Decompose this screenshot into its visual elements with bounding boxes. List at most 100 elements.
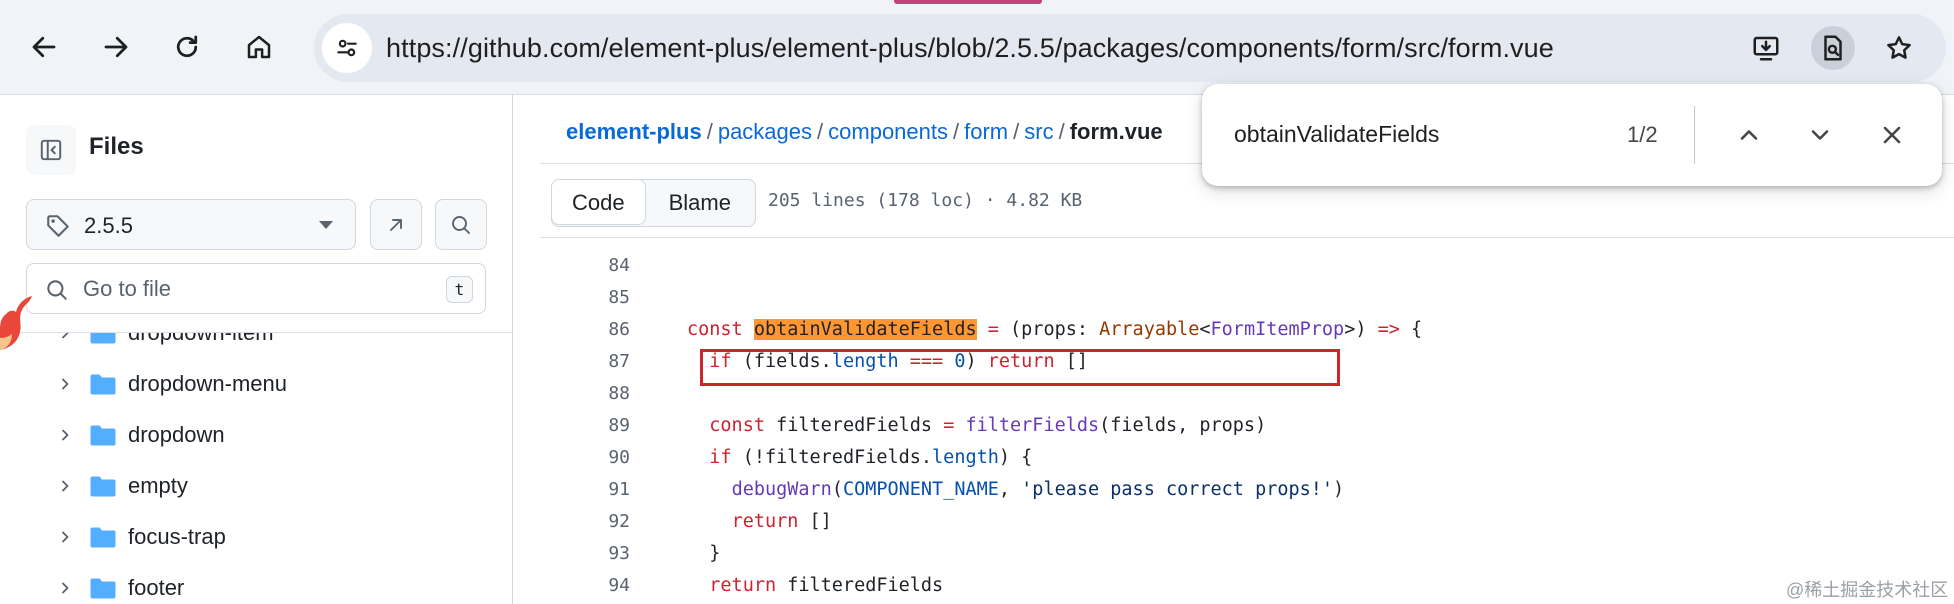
tree-item-label: focus-trap <box>128 524 226 549</box>
install-app-button[interactable] <box>1744 26 1788 70</box>
search-code-button[interactable] <box>435 199 487 250</box>
back-arrow-icon <box>32 36 56 58</box>
search-icon <box>47 280 67 300</box>
forward-button[interactable] <box>93 24 139 70</box>
watermark: @稀土掘金技术社区 <box>1786 580 1949 600</box>
breadcrumb-item[interactable]: packages <box>718 119 812 144</box>
branch-label: 2.5.5 <box>84 213 133 238</box>
code-line: 84 <box>540 225 1954 276</box>
code-line: 92 } <box>540 474 1954 564</box>
search-icon <box>452 215 470 234</box>
active-tab-indicator <box>894 0 1042 4</box>
keyboard-shortcut-hint: t <box>446 276 473 303</box>
breadcrumb-separator: / <box>1058 119 1065 144</box>
tree-item-label: empty <box>128 473 188 498</box>
find-in-page-button[interactable] <box>1811 26 1855 70</box>
sidebar-title: Files <box>89 133 144 160</box>
view-mode-toggle: Code Blame <box>551 179 756 227</box>
tab-code[interactable]: Code <box>551 180 646 225</box>
folder-icon <box>90 374 116 395</box>
close-icon <box>1883 126 1901 144</box>
chevron-down-icon <box>1811 130 1829 140</box>
browser-toolbar: https://github.com/element-plus/element-… <box>0 0 1954 95</box>
code-line: 90 debugWarn(COMPONENT_NAME, 'please pas… <box>540 410 1954 500</box>
folder-icon <box>90 578 116 599</box>
code-line: 93 return filteredFields <box>540 506 1954 596</box>
sidebar-collapse-icon <box>40 139 62 161</box>
tab-blame[interactable]: Blame <box>645 180 755 226</box>
chevron-right-icon[interactable] <box>57 478 73 494</box>
breadcrumb: element-plus / packages / components / form / sr… <box>566 119 1163 145</box>
install-app-icon <box>1753 36 1779 61</box>
chevron-right-icon[interactable] <box>57 580 73 596</box>
find-match-count: 1/2 <box>1627 122 1658 147</box>
home-icon <box>247 35 271 59</box>
code-line: 85 const obtainValidateFields = (props: … <box>540 250 1954 340</box>
breadcrumb-separator: / <box>817 119 824 144</box>
breadcrumb-item[interactable]: element-plus <box>566 119 702 144</box>
code-line: 95 <box>540 570 1954 602</box>
breadcrumb-separator: / <box>1013 119 1020 144</box>
go-to-file-field[interactable]: t <box>26 263 486 314</box>
tree-item[interactable]: dropdown-item <box>0 333 512 359</box>
tree-item[interactable]: dropdown <box>0 410 512 461</box>
code-block: 84 85 const obtainValidateFields = (prop… <box>540 225 1954 604</box>
url-text[interactable]: https://github.com/element-plus/element-… <box>386 14 1554 82</box>
folder-icon <box>90 425 116 446</box>
tree-item-label: footer <box>128 575 185 600</box>
tree-item[interactable]: footer <box>0 563 512 604</box>
chevron-up-icon <box>1740 130 1758 140</box>
chevron-right-icon[interactable] <box>57 427 73 443</box>
address-bar[interactable]: https://github.com/element-plus/element-… <box>314 14 1946 82</box>
breadcrumb-current-file: form.vue <box>1069 119 1163 144</box>
breadcrumb-item[interactable]: components <box>828 119 948 144</box>
caret-down-icon <box>319 221 333 229</box>
collapse-sidebar-button[interactable] <box>26 125 76 175</box>
find-input[interactable] <box>1234 114 1534 154</box>
breadcrumb-separator: / <box>953 119 960 144</box>
folder-icon <box>90 527 116 548</box>
folder-icon <box>90 476 116 497</box>
branch-selector[interactable]: 2.5.5 <box>26 199 356 250</box>
site-info-icon <box>337 39 357 57</box>
find-previous-button[interactable] <box>1726 112 1772 158</box>
chevron-right-icon[interactable] <box>57 529 73 545</box>
find-in-page-bar: 1/2 <box>1202 84 1942 186</box>
folder-icon <box>90 333 116 344</box>
code-line: 91 return [] <box>540 442 1954 532</box>
chevron-right-icon[interactable] <box>57 376 73 392</box>
tree-item[interactable]: dropdown-menu <box>0 359 512 410</box>
bookmark-star-button[interactable] <box>1877 26 1921 70</box>
go-to-file-input[interactable] <box>83 264 413 313</box>
find-divider <box>1694 106 1695 164</box>
code-line: 87 <box>540 314 1954 372</box>
star-icon <box>1887 36 1911 59</box>
file-tree: dropdown-item dropdown-menu dropdown emp… <box>0 333 512 604</box>
reload-button[interactable] <box>164 24 210 70</box>
home-button[interactable] <box>236 24 282 70</box>
code-line: 94 } <box>540 538 1954 596</box>
annotation-highlight-box <box>700 349 1340 386</box>
find-close-button[interactable] <box>1869 112 1915 158</box>
forward-arrow-icon <box>104 36 128 58</box>
arrow-up-right-icon <box>390 218 402 231</box>
tree-item-label: dropdown-item <box>128 333 274 346</box>
tree-item-label: dropdown-menu <box>128 371 287 396</box>
find-in-page-icon <box>1824 35 1842 61</box>
site-info-button[interactable] <box>322 23 372 73</box>
tag-icon <box>47 215 69 237</box>
expand-file-tree-button[interactable] <box>370 199 422 250</box>
reload-icon <box>176 35 198 58</box>
file-tree-sidebar: Files 2.5.5 t dropdown-item dropdown-men… <box>0 95 513 604</box>
back-button[interactable] <box>21 24 67 70</box>
code-line: 86 if (fields.length === 0) return [] <box>540 282 1954 372</box>
file-stats: 205 lines (178 loc) · 4.82 KB <box>768 190 1083 211</box>
breadcrumb-item[interactable]: src <box>1024 119 1053 144</box>
breadcrumb-separator: / <box>706 119 713 144</box>
chevron-right-icon[interactable] <box>57 333 73 341</box>
find-next-button[interactable] <box>1797 112 1843 158</box>
breadcrumb-item[interactable]: form <box>964 119 1008 144</box>
tree-item[interactable]: focus-trap <box>0 512 512 563</box>
tree-item[interactable]: empty <box>0 461 512 512</box>
tree-item-label: dropdown <box>128 422 225 447</box>
